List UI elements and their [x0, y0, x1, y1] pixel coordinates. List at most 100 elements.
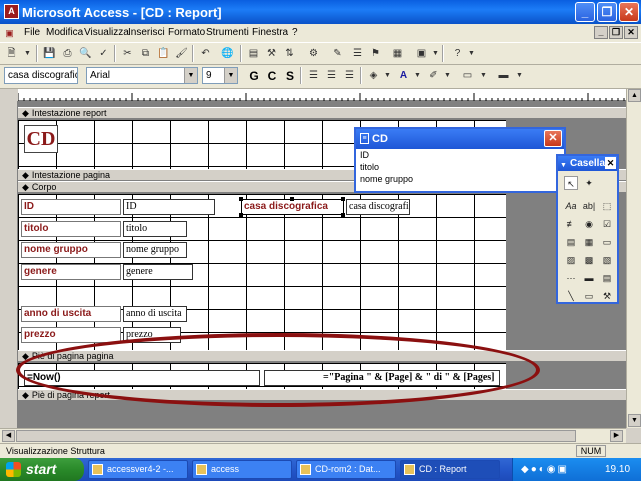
database-window-icon[interactable]: ▦	[390, 46, 405, 61]
bold-button[interactable]: G	[246, 68, 262, 84]
taskbar-item[interactable]: accessver4-2 -...	[88, 460, 188, 479]
build-icon[interactable]: ⚑	[368, 46, 383, 61]
chevron-down-icon[interactable]: ▼	[464, 46, 479, 61]
doc-restore-button[interactable]: ❐	[609, 26, 623, 39]
chevron-down-icon[interactable]: ▼	[224, 68, 237, 83]
scroll-down-icon[interactable]: ▼	[628, 414, 641, 427]
horizontal-scrollbar[interactable]: ◀ ▶	[0, 428, 626, 443]
toolbox-window[interactable]: ▼ Casella ✕ ↖ ✦ Aa ab| ⬚ ≢ ◉ ☑ ▤ ▦ ▭ ▨ ▩…	[556, 154, 619, 304]
field-list-titlebar[interactable]: ≡ CD ✕	[356, 129, 564, 149]
toolbox-icon[interactable]: ⚒	[264, 46, 279, 61]
textbox-titolo[interactable]: titolo	[123, 221, 187, 237]
command-button-icon[interactable]: ▭	[600, 235, 614, 249]
tab-control-icon[interactable]: ▬	[582, 271, 596, 285]
maximize-button[interactable]: ❐	[597, 2, 617, 22]
taskbar-item-active[interactable]: CD : Report	[400, 460, 500, 479]
selection-handle[interactable]	[239, 197, 243, 201]
textbox-id[interactable]: ID	[123, 199, 215, 215]
textbox-nome-gruppo[interactable]: nome gruppo	[123, 242, 187, 258]
toggle-button-icon[interactable]: ≢	[564, 217, 578, 231]
bound-object-icon[interactable]: ▧	[600, 253, 614, 267]
line-tool-icon[interactable]: ╲	[564, 289, 578, 303]
chevron-down-icon[interactable]: ▼	[20, 46, 35, 61]
label-nome-gruppo[interactable]: nome gruppo	[21, 242, 121, 258]
close-icon[interactable]: ✕	[544, 130, 562, 147]
field-item[interactable]: ID	[356, 149, 564, 161]
label-tool-icon[interactable]: Aa	[564, 199, 578, 213]
print-icon[interactable]: ⎙	[60, 46, 75, 61]
selection-handle[interactable]	[239, 213, 243, 217]
help-icon[interactable]: ?	[450, 46, 465, 61]
menu-help[interactable]: ?	[292, 27, 298, 38]
selection-handle[interactable]	[290, 197, 294, 201]
format-painter-icon[interactable]: 🖌	[174, 46, 189, 61]
doc-minimize-button[interactable]: _	[594, 26, 608, 39]
chevron-down-icon[interactable]: ▼	[476, 68, 491, 83]
textbox-casa-discografica[interactable]: casa discografica	[346, 199, 410, 215]
vertical-scrollbar[interactable]: ▲ ▼	[626, 89, 641, 428]
menu-file[interactable]: File	[24, 27, 40, 38]
title-bar[interactable]: A Microsoft Access - [CD : Report] _ ❐ ✕	[0, 0, 641, 24]
selection-handle[interactable]	[341, 213, 345, 217]
underline-button[interactable]: S	[282, 68, 298, 84]
more-controls-icon[interactable]: ⚒	[600, 289, 614, 303]
rectangle-tool-icon[interactable]: ▭	[582, 289, 596, 303]
italic-button[interactable]: C	[264, 68, 280, 84]
chevron-down-icon[interactable]: ▼	[560, 158, 567, 173]
list-box-icon[interactable]: ▦	[582, 235, 596, 249]
start-button[interactable]: start	[0, 458, 84, 481]
menu-modifica[interactable]: Modifica	[46, 27, 83, 38]
view-icon[interactable]: 🗎	[4, 46, 19, 61]
close-icon[interactable]: ✕	[605, 157, 616, 169]
document-icon[interactable]: ▣	[2, 26, 17, 41]
scroll-left-icon[interactable]: ◀	[2, 430, 15, 442]
scroll-up-icon[interactable]: ▲	[628, 89, 641, 102]
select-objects-icon[interactable]: ↖	[564, 176, 578, 190]
label-genere[interactable]: genere	[21, 264, 121, 280]
field-item[interactable]: titolo	[356, 161, 564, 173]
align-center-icon[interactable]: ☰	[324, 68, 339, 83]
save-icon[interactable]: 💾	[42, 46, 57, 61]
chevron-down-icon[interactable]: ▼	[184, 68, 197, 83]
size-combo[interactable]: 9 ▼	[202, 67, 238, 84]
field-item[interactable]: nome gruppo	[356, 173, 564, 185]
font-color-icon[interactable]: A	[396, 68, 411, 83]
page-break-icon[interactable]: ⋯	[564, 271, 578, 285]
doc-close-button[interactable]: ✕	[624, 26, 638, 39]
menu-formato[interactable]: Formato	[168, 27, 205, 38]
section-report-header[interactable]: ◆ Intestazione report	[18, 107, 626, 119]
chevron-down-icon[interactable]: ▼	[428, 46, 443, 61]
label-anno-di-uscita[interactable]: anno di uscita	[21, 306, 121, 322]
new-object-icon[interactable]: ▣	[414, 46, 429, 61]
align-right-icon[interactable]: ☰	[342, 68, 357, 83]
paste-icon[interactable]: 📋	[156, 46, 171, 61]
scroll-thumb[interactable]	[16, 430, 576, 442]
chevron-down-icon[interactable]: ▼	[512, 68, 527, 83]
wizard-icon[interactable]: ✦	[582, 176, 596, 190]
line-color-icon[interactable]: ✐	[426, 68, 441, 83]
checkbox-icon[interactable]: ☑	[600, 217, 614, 231]
combo-box-icon[interactable]: ▤	[564, 235, 578, 249]
subreport-icon[interactable]: ▤	[600, 271, 614, 285]
menu-strumenti[interactable]: Strumenti	[206, 27, 249, 38]
special-effect-icon[interactable]: ▬	[496, 68, 511, 83]
field-list-icon[interactable]: ▤	[246, 46, 261, 61]
fill-color-icon[interactable]: ◈	[366, 68, 381, 83]
properties-icon[interactable]: ☰	[350, 46, 365, 61]
chevron-down-icon[interactable]: ▼	[440, 68, 455, 83]
textbox-anno-di-uscita[interactable]: anno di uscita	[123, 306, 187, 322]
image-icon[interactable]: ▨	[564, 253, 578, 267]
selection-handle[interactable]	[341, 197, 345, 201]
textbox-tool-icon[interactable]: ab|	[582, 199, 596, 213]
menu-inserisci[interactable]: Inserisci	[128, 27, 165, 38]
code-icon[interactable]: ✎	[330, 46, 345, 61]
font-combo[interactable]: Arial ▼	[86, 67, 198, 84]
option-group-icon[interactable]: ⬚	[600, 199, 614, 213]
border-width-icon[interactable]: ▭	[460, 68, 475, 83]
report-title[interactable]: CD	[24, 125, 58, 153]
scroll-right-icon[interactable]: ▶	[610, 430, 623, 442]
minimize-button[interactable]: _	[575, 2, 595, 22]
label-casa-discografica[interactable]: casa discografica	[241, 199, 344, 215]
taskbar-item[interactable]: CD-rom2 : Dat...	[296, 460, 396, 479]
align-left-icon[interactable]: ☰	[306, 68, 321, 83]
